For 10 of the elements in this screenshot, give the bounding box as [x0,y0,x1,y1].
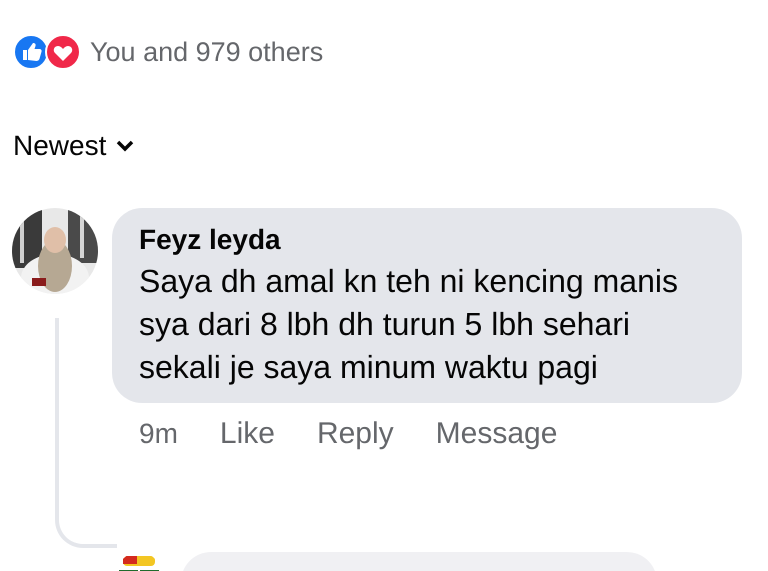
comment-text: Saya dh amal kn teh ni kencing manis sya dari 8 lbh dh turun 5 lbh sehari sekali je saya minum waktu pagi [139,262,679,387]
comment-time: 9m [139,418,178,450]
comment-action[interactable]: Like [220,417,275,451]
comment-action[interactable]: Reply [316,417,394,451]
sort-label[interactable]: Newest [13,130,106,162]
comment-author[interactable]: Feyz leyda [139,224,702,256]
reaction-icons [12,33,82,71]
chevron-down-icon[interactable] [116,140,134,152]
reactions-summary[interactable]: You and 979 others [90,36,324,68]
comment-action[interactable]: Message [436,417,558,451]
